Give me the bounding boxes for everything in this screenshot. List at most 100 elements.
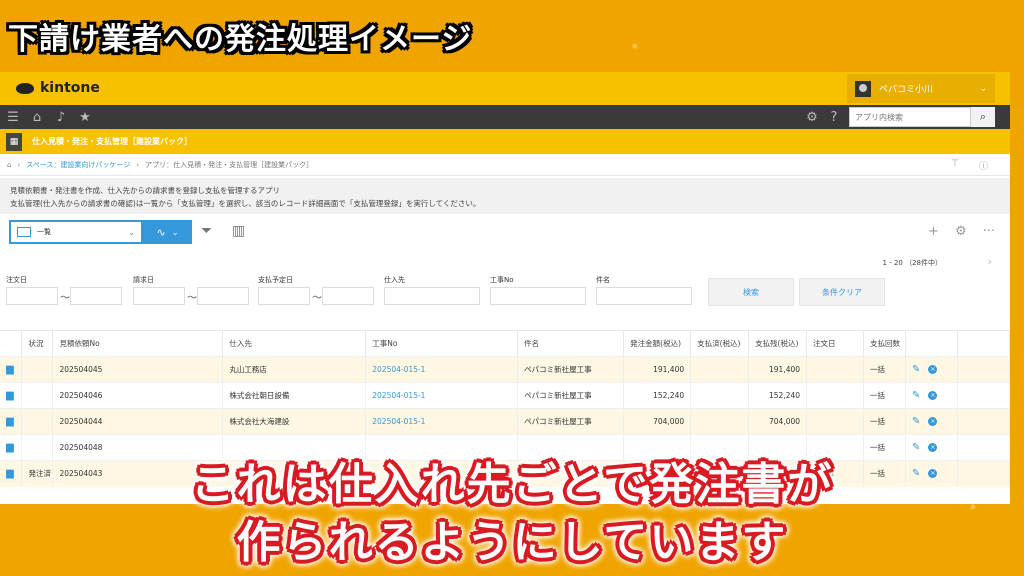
chevron-right-icon[interactable]: ›: [988, 255, 992, 268]
cell-payment-times: 一括: [863, 382, 906, 409]
cell-subject: ペパコミ新社屋工事: [517, 408, 625, 435]
header-paid[interactable]: 支払済(税込): [690, 330, 750, 357]
breadcrumb-separator: ›: [17, 160, 21, 169]
order-date-to-input[interactable]: [70, 287, 122, 305]
cell-subject: ペパコミ新社屋工事: [517, 356, 625, 383]
chevron-down-icon: ⌄: [128, 227, 135, 237]
header-construction-no[interactable]: 工事No: [365, 330, 519, 357]
home-icon[interactable]: ⌂: [7, 161, 11, 169]
view-select[interactable]: 一覧 ⌄: [9, 220, 143, 244]
breadcrumb-app: アプリ：仕入見積・発注・支払管理［建設業パック］: [145, 160, 314, 169]
subject-filter-input[interactable]: [596, 287, 692, 305]
header-order-amount[interactable]: 発注金額(税込): [623, 330, 692, 357]
supplier-filter-input[interactable]: [384, 287, 480, 305]
cell-payment-times: 一括: [863, 408, 906, 435]
invoice-date-to-input[interactable]: [197, 287, 249, 305]
pin-icon[interactable]: ⊤: [951, 159, 959, 172]
delete-icon[interactable]: ×: [928, 365, 938, 374]
help-icon[interactable]: ?: [827, 111, 841, 124]
kintone-logo-icon: [16, 82, 34, 94]
breadcrumb-space-link[interactable]: スペース：建設業向けパッケージ: [26, 160, 130, 170]
table-row[interactable]: ▆ 202504045 丸山工務店 202504-015-1 ペパコミ新社屋工事…: [0, 356, 1010, 383]
filter-label-payment-due: 支払予定日: [258, 276, 293, 284]
kintone-logo[interactable]: kintone: [16, 80, 100, 96]
app-search-input[interactable]: [849, 107, 971, 127]
order-date-from-input[interactable]: [6, 287, 58, 305]
cell-status: [21, 356, 54, 383]
cell-quote-no: 202504044: [52, 408, 224, 435]
breadcrumb: ⌂ › スペース：建設業向けパッケージ › アプリ：仕入見積・発注・支払管理［建…: [0, 154, 1010, 176]
cell-paid: [690, 408, 750, 435]
header-cell: [957, 330, 1010, 357]
clear-conditions-button[interactable]: 条件クリア: [799, 278, 885, 306]
hamburger-menu-icon[interactable]: ☰: [6, 111, 20, 124]
bell-icon[interactable]: ♪: [54, 111, 68, 124]
header-payment-times[interactable]: 支払回数: [863, 330, 906, 357]
header-subject[interactable]: 件名: [517, 330, 625, 357]
cell-remaining: 191,400: [748, 356, 808, 383]
header-order-date[interactable]: 注文日: [806, 330, 864, 357]
record-detail-icon[interactable]: ▆: [6, 364, 14, 375]
search-icon[interactable]: ⌕: [971, 107, 995, 127]
pagination: 1 - 20 （28件中） ›: [0, 254, 1010, 274]
app-title-bar: ▦ 仕入見積・発注・支払管理［建設業パック］: [0, 129, 1010, 154]
table-header-row: 状況 見積依頼No 仕入先 工事No 件名 発注金額(税込) 支払済(税込) 支…: [0, 330, 1010, 357]
add-record-icon[interactable]: +: [928, 224, 939, 239]
description-line-1: 見積依頼書・発注書を作成、仕入先からの請求書を登録し支払を管理するアプリ: [10, 186, 280, 195]
cell-status: [21, 382, 54, 409]
invoice-date-from-input[interactable]: [133, 287, 185, 305]
search-button[interactable]: 検索: [708, 278, 794, 306]
table-row[interactable]: ▆ 202504046 株式会社朝日設備 202504-015-1 ペパコミ新社…: [0, 382, 1010, 409]
cell-payment-times: 一括: [863, 356, 906, 383]
gear-icon[interactable]: ⚙: [805, 111, 819, 124]
graph-menu-button[interactable]: ∿ ⌄: [143, 220, 192, 244]
record-detail-icon[interactable]: ▆: [6, 416, 14, 427]
delete-icon[interactable]: ×: [928, 417, 938, 426]
info-icon[interactable]: ⓘ: [979, 159, 988, 172]
filter-icon[interactable]: ⏷: [201, 223, 212, 239]
edit-pencil-icon[interactable]: ✎: [912, 364, 920, 375]
payment-due-to-input[interactable]: [322, 287, 374, 305]
breadcrumb-separator: ›: [136, 160, 140, 169]
cell-remaining: 152,240: [748, 382, 808, 409]
cell-paid: [690, 382, 750, 409]
construction-no-filter-input[interactable]: [490, 287, 586, 305]
delete-icon[interactable]: ×: [928, 391, 938, 400]
bar-chart-icon[interactable]: ▥: [232, 223, 245, 239]
caption-text-1: これは仕入れ先ごとで発注書が: [190, 459, 834, 510]
kintone-app-window: kintone ペパコミ小川 ⌄ ☰ ⌂ ♪ ★ ⚙ ? ⌕ ▦ 仕入見積・発注…: [0, 72, 1010, 504]
gear-icon[interactable]: ⚙: [955, 224, 967, 239]
record-range: 1 - 20 （28件中）: [882, 259, 942, 267]
global-nav-bar: ☰ ⌂ ♪ ★ ⚙ ? ⌕: [0, 105, 1010, 129]
home-icon[interactable]: ⌂: [30, 111, 44, 124]
range-tilde: 〜: [187, 293, 197, 304]
cell-quote-no: 202504046: [52, 382, 224, 409]
cell-order-date: [806, 382, 864, 409]
record-detail-icon[interactable]: ▆: [6, 390, 14, 401]
header-supplier[interactable]: 仕入先: [222, 330, 367, 357]
table-row[interactable]: ▆ 202504044 株式会社大海建設 202504-015-1 ペパコミ新社…: [0, 408, 1010, 435]
view-toolbar: 一覧 ⌄ ∿ ⌄ ⏷ ▥ + ⚙ ···: [0, 214, 1010, 254]
header-cell: [0, 330, 23, 357]
payment-due-from-input[interactable]: [258, 287, 310, 305]
cell-order-amount: 152,240: [623, 382, 692, 409]
caption-text-2: 作られるようにしています: [236, 517, 788, 568]
cell-construction-no[interactable]: 202504-015-1: [365, 408, 519, 435]
cell-supplier: 株式会社朝日設備: [222, 382, 367, 409]
edit-pencil-icon[interactable]: ✎: [912, 416, 920, 427]
app-title: 仕入見積・発注・支払管理［建設業パック］: [32, 137, 192, 146]
header-status[interactable]: 状況: [21, 330, 54, 357]
subtitle-caption-line-2: 作られるようにしています: [0, 506, 1024, 570]
cell-remaining: 704,000: [748, 408, 808, 435]
user-menu[interactable]: ペパコミ小川 ⌄: [847, 74, 995, 103]
star-icon[interactable]: ★: [78, 111, 92, 124]
edit-pencil-icon[interactable]: ✎: [912, 390, 920, 401]
header-remaining[interactable]: 支払残(税込): [748, 330, 808, 357]
header-quote-no[interactable]: 見積依頼No: [52, 330, 224, 357]
user-avatar-icon: [855, 80, 871, 97]
cell-construction-no[interactable]: 202504-015-1: [365, 356, 519, 383]
description-line-2: 支払管理(仕入先からの請求書の確認)は一覧から「支払管理」を選択し、該当のレコー…: [10, 199, 481, 208]
cell-order-date: [806, 408, 864, 435]
cell-construction-no[interactable]: 202504-015-1: [365, 382, 519, 409]
more-options-icon[interactable]: ···: [983, 224, 995, 239]
